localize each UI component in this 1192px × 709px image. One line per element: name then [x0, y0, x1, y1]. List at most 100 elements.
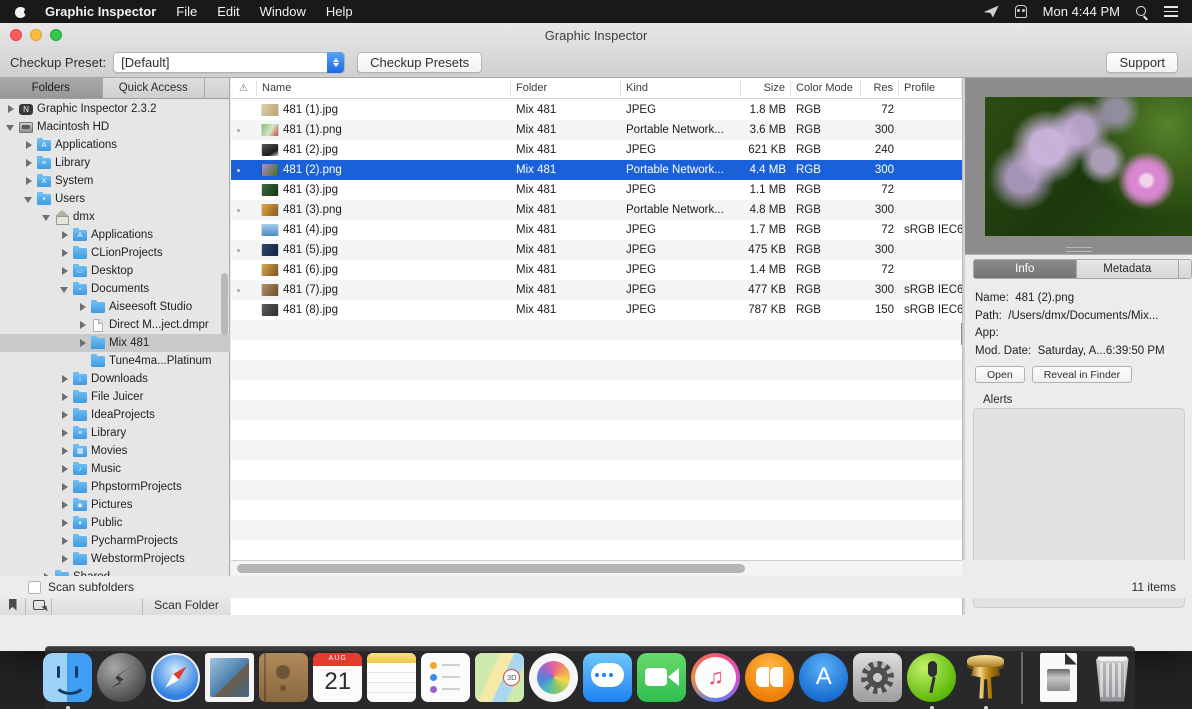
disclosure-triangle-icon[interactable]	[60, 554, 70, 564]
calendar-dock-icon[interactable]: AUG 21	[313, 653, 362, 702]
tree-item[interactable]: Movies	[0, 442, 230, 460]
table-row[interactable]: 481 (2).png Mix 481 Portable Network... …	[231, 160, 962, 180]
color-mode-column-header[interactable]: Color Mode	[791, 81, 861, 96]
table-row[interactable]: 481 (6).jpg Mix 481 JPEG 1.4 MB RGB 72	[231, 260, 962, 280]
menubar-app-name[interactable]: Graphic Inspector	[45, 4, 156, 19]
disclosure-triangle-icon[interactable]	[78, 302, 88, 312]
tree-item[interactable]: PycharmProjects	[0, 532, 230, 550]
disclosure-triangle-icon[interactable]	[60, 536, 70, 546]
tab-folders[interactable]: Folders	[0, 78, 103, 98]
table-row[interactable]: 481 (5).jpg Mix 481 JPEG 475 KB RGB 300	[231, 240, 962, 260]
tab-info[interactable]: Info	[973, 259, 1076, 279]
table-row[interactable]: 481 (4).jpg Mix 481 JPEG 1.7 MB RGB 72 s…	[231, 220, 962, 240]
maps-dock-icon[interactable]: 3D	[475, 653, 524, 702]
document-dock-icon[interactable]	[1034, 653, 1083, 702]
alert-column-header[interactable]: ⚠	[231, 81, 257, 96]
tree-item[interactable]: System	[0, 172, 230, 190]
facetime-dock-icon[interactable]	[637, 653, 686, 702]
disclosure-triangle-icon[interactable]	[60, 284, 70, 294]
disclosure-triangle-icon[interactable]	[24, 194, 34, 204]
photos-dock-icon[interactable]	[529, 653, 578, 702]
disclosure-triangle-icon[interactable]	[60, 248, 70, 258]
disclosure-triangle-icon[interactable]	[60, 230, 70, 240]
trash-dock-icon[interactable]	[1088, 653, 1137, 702]
disclosure-triangle-icon[interactable]	[24, 140, 34, 150]
tree-item[interactable]: Direct M...ject.dmpr	[0, 316, 230, 334]
res-column-header[interactable]: Res	[861, 81, 899, 96]
menubar-clock[interactable]: Mon 4:44 PM	[1043, 4, 1120, 19]
menubar-menu-item[interactable]: Help	[326, 4, 353, 19]
tree-item[interactable]: Desktop	[0, 262, 230, 280]
menubar-menu-item[interactable]: Edit	[217, 4, 239, 19]
tree-item[interactable]: Users	[0, 190, 230, 208]
profile-column-header[interactable]: Profile	[899, 81, 962, 96]
tree-item[interactable]: Documents	[0, 280, 230, 298]
scan-subfolders-option[interactable]: Scan subfolders	[28, 580, 134, 594]
notes-dock-icon[interactable]	[367, 653, 416, 702]
app-store-dock-icon[interactable]	[799, 653, 848, 702]
sidebar-scrollbar[interactable]	[221, 273, 228, 335]
tree-item[interactable]: PhpstormProjects	[0, 478, 230, 496]
table-row[interactable]: 481 (3).png Mix 481 Portable Network... …	[231, 200, 962, 220]
launchpad-dock-icon[interactable]	[97, 653, 146, 702]
checkup-presets-button[interactable]: Checkup Presets	[357, 52, 482, 73]
disclosure-triangle-icon[interactable]	[78, 356, 88, 366]
disclosure-triangle-icon[interactable]	[60, 374, 70, 384]
disclosure-triangle-icon[interactable]	[24, 158, 34, 168]
apple-menu-icon[interactable]	[14, 5, 27, 18]
disclosure-triangle-icon[interactable]	[60, 392, 70, 402]
tree-item[interactable]: File Juicer	[0, 388, 230, 406]
disclosure-triangle-icon[interactable]	[78, 320, 88, 330]
disclosure-triangle-icon[interactable]	[60, 482, 70, 492]
tree-item[interactable]: Tune4ma...Platinum	[0, 352, 230, 370]
ibooks-dock-icon[interactable]	[745, 653, 794, 702]
audio-app-dock-icon[interactable]	[907, 653, 956, 702]
tree-item[interactable]: Downloads	[0, 370, 230, 388]
disclosure-triangle-icon[interactable]	[60, 518, 70, 528]
tree-item[interactable]: Library	[0, 424, 230, 442]
disclosure-triangle-icon[interactable]	[60, 428, 70, 438]
contacts-dock-icon[interactable]	[259, 653, 308, 702]
table-row[interactable]: 481 (3).jpg Mix 481 JPEG 1.1 MB RGB 72	[231, 180, 962, 200]
menubar-menu-item[interactable]: Window	[260, 4, 306, 19]
name-column-header[interactable]: Name	[257, 81, 511, 96]
disclosure-triangle-icon[interactable]	[6, 122, 16, 132]
reveal-in-finder-button[interactable]: Reveal in Finder	[1032, 366, 1132, 383]
disclosure-triangle-icon[interactable]	[60, 266, 70, 276]
reminders-dock-icon[interactable]	[421, 653, 470, 702]
itunes-dock-icon[interactable]	[691, 653, 740, 702]
disclosure-triangle-icon[interactable]	[60, 446, 70, 456]
mail-dock-icon[interactable]	[205, 653, 254, 702]
title-bar[interactable]: Graphic Inspector Checkup Preset: [Defau…	[0, 23, 1192, 78]
finder-dock-icon[interactable]	[43, 653, 92, 702]
system-preferences-dock-icon[interactable]	[853, 653, 902, 702]
table-row[interactable]: 481 (1).jpg Mix 481 JPEG 1.8 MB RGB 72	[231, 100, 962, 120]
tree-item[interactable]: IdeaProjects	[0, 406, 230, 424]
messages-dock-icon[interactable]	[583, 653, 632, 702]
disclosure-triangle-icon[interactable]	[42, 212, 52, 222]
notification-center-icon[interactable]	[1164, 6, 1178, 17]
size-column-header[interactable]: Size	[741, 81, 791, 96]
tree-item[interactable]: Library	[0, 154, 230, 172]
tab-quick-access[interactable]: Quick Access	[103, 78, 206, 98]
table-row[interactable]: 481 (7).jpg Mix 481 JPEG 477 KB RGB 300 …	[231, 280, 962, 300]
tree-item[interactable]: Aiseesoft Studio	[0, 298, 230, 316]
disclosure-triangle-icon[interactable]	[60, 410, 70, 420]
tree-item[interactable]: Graphic Inspector 2.3.2	[0, 100, 230, 118]
tree-item[interactable]: WebstormProjects	[0, 550, 230, 568]
folder-column-header[interactable]: Folder	[511, 81, 621, 96]
tree-item[interactable]: Applications	[0, 136, 230, 154]
disclosure-triangle-icon[interactable]	[78, 338, 88, 348]
support-button[interactable]: Support	[1106, 52, 1178, 73]
open-button[interactable]: Open	[975, 366, 1025, 383]
checkup-preset-dropdown[interactable]: [Default]	[113, 52, 345, 73]
tree-item[interactable]: Applications	[0, 226, 230, 244]
tree-item[interactable]: dmx	[0, 208, 230, 226]
disclosure-triangle-icon[interactable]	[60, 464, 70, 474]
safari-dock-icon[interactable]	[151, 653, 200, 702]
kind-column-header[interactable]: Kind	[621, 81, 741, 96]
disclosure-triangle-icon[interactable]	[6, 104, 16, 114]
spotlight-search-icon[interactable]	[1136, 6, 1148, 18]
scan-subfolders-checkbox[interactable]	[28, 581, 41, 594]
table-row[interactable]: 481 (8).jpg Mix 481 JPEG 787 KB RGB 150 …	[231, 300, 962, 320]
